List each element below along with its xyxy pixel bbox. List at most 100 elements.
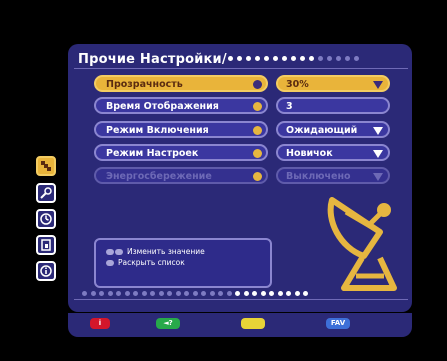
chevron-down-icon (373, 81, 383, 89)
setting-label-pill[interactable]: Прозрачность (94, 75, 268, 92)
dot (226, 291, 232, 296)
settings-mode-select[interactable]: Новичок (276, 144, 390, 161)
dot (133, 291, 138, 296)
dot (158, 291, 164, 296)
ok-key-icon (106, 259, 115, 268)
side-menu-info[interactable] (36, 261, 56, 281)
help-line-change: Изменить значение (106, 247, 205, 257)
yellow-key[interactable] (241, 318, 265, 329)
dot (282, 56, 287, 61)
green-key[interactable]: ◄? (156, 318, 180, 329)
setting-value: Ожидающий (286, 125, 358, 136)
wrench-icon (40, 187, 52, 199)
dot (107, 291, 113, 296)
dot (255, 56, 260, 61)
dot (235, 291, 240, 296)
setting-label-pill[interactable]: Время Отображения (94, 97, 268, 114)
dot (175, 291, 181, 296)
bottom-dots (82, 291, 308, 296)
side-menu-tools[interactable] (36, 183, 56, 203)
side-menu-satellite[interactable] (36, 156, 56, 176)
dot (327, 56, 332, 61)
dot (116, 291, 121, 296)
chevron-down-icon (373, 173, 383, 181)
satellite-dish-icon (327, 197, 397, 291)
dot (124, 291, 130, 296)
help-line-expand: Раскрыть список (106, 258, 185, 268)
dot (273, 56, 278, 61)
dot (237, 56, 242, 61)
power-saving-select[interactable]: Выключено (276, 167, 390, 184)
dot (150, 291, 155, 296)
help-text: Изменить значение (127, 247, 205, 256)
transparency-select[interactable]: 30% (276, 75, 390, 92)
setting-label: Энергосбережение (106, 171, 212, 182)
setting-label: Прозрачность (106, 79, 183, 90)
dot (354, 56, 359, 61)
setting-label-pill[interactable]: Режим Включения (94, 121, 268, 138)
setting-label: Время Отображения (106, 101, 219, 112)
dot (90, 291, 96, 296)
indicator-dot (253, 172, 262, 181)
dot (246, 56, 251, 61)
page-title: Прочие Настройки/ (78, 52, 227, 67)
dot (243, 291, 249, 296)
door-icon (41, 239, 51, 251)
dot (318, 56, 323, 61)
bottom-divider (74, 299, 408, 300)
left-right-keys-icon (106, 248, 124, 257)
dot (336, 56, 341, 61)
dot (291, 56, 296, 61)
blue-key-fav[interactable]: FAV (326, 318, 350, 329)
dot (218, 291, 223, 296)
setting-row-transparency[interactable]: Прозрачность (94, 75, 268, 92)
setting-label-pill[interactable]: Режим Настроек (94, 144, 268, 161)
dot (141, 291, 147, 296)
clock-icon (40, 213, 52, 225)
setting-value: Выключено (286, 171, 351, 182)
indicator-dot (253, 80, 262, 89)
setting-value: 30% (286, 79, 309, 90)
dot (82, 291, 87, 296)
indicator-dot (253, 149, 262, 158)
dot (209, 291, 215, 296)
red-key[interactable]: i (90, 318, 110, 329)
blue-key-label: FAV (330, 319, 346, 327)
setting-row-display-time[interactable]: Время Отображения (94, 97, 268, 114)
dot (260, 291, 266, 296)
dot (300, 56, 305, 61)
dot (286, 291, 291, 296)
color-keys-bar (68, 313, 412, 337)
power-mode-select[interactable]: Ожидающий (276, 121, 390, 138)
side-menu-lock[interactable] (36, 235, 56, 255)
dot (99, 291, 104, 296)
dot (184, 291, 189, 296)
dot (201, 291, 206, 296)
setting-row-power-saving[interactable]: Энергосбережение (94, 167, 268, 184)
help-text: Раскрыть список (118, 258, 185, 267)
dot (264, 56, 269, 61)
indicator-dot (253, 126, 262, 135)
red-key-label: i (98, 319, 102, 327)
setting-label: Режим Настроек (106, 148, 199, 159)
help-box: Изменить значение Раскрыть список (94, 238, 272, 288)
dot (228, 56, 233, 61)
dot (345, 56, 350, 61)
dot (303, 291, 308, 296)
dot (294, 291, 300, 296)
setting-row-power-mode[interactable]: Режим Включения (94, 121, 268, 138)
dot (269, 291, 274, 296)
setting-value: 3 (286, 101, 293, 112)
setting-row-settings-mode[interactable]: Режим Настроек (94, 144, 268, 161)
green-key-label: ◄? (163, 319, 173, 327)
display-time-field[interactable]: 3 (276, 97, 390, 114)
setting-label-pill[interactable]: Энергосбережение (94, 167, 268, 184)
title-divider (74, 68, 408, 69)
chevron-down-icon (373, 150, 383, 158)
dot (192, 291, 198, 296)
dot (277, 291, 283, 296)
info-icon (40, 265, 52, 277)
dot (309, 56, 314, 61)
side-menu-timer[interactable] (36, 209, 56, 229)
chevron-down-icon (373, 127, 383, 135)
